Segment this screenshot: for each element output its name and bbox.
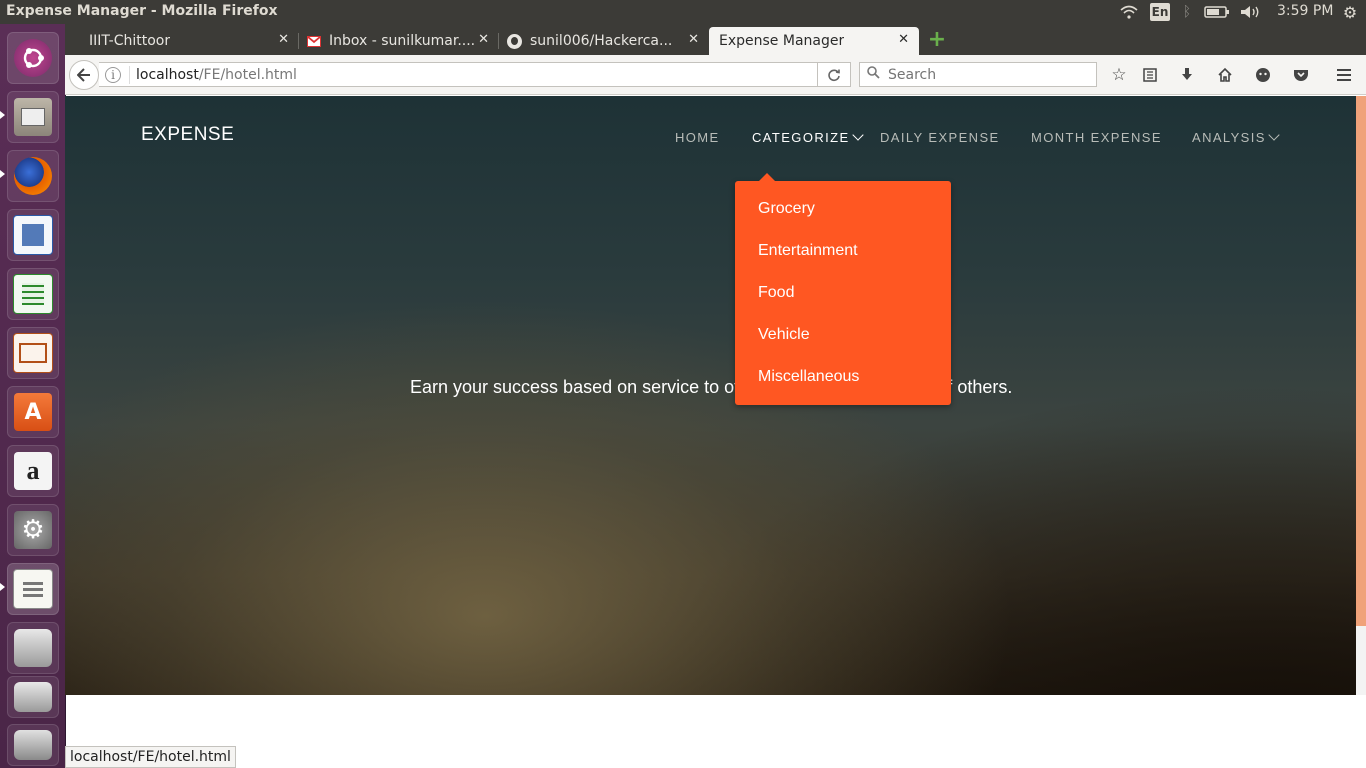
tab-label: IIIT-Chittoor [89, 33, 171, 49]
gmail-icon [307, 35, 321, 47]
search-icon [864, 66, 882, 83]
github-icon [507, 33, 522, 49]
firefox-nav-toolbar: i localhost/FE/hotel.html ☆ [65, 55, 1366, 95]
status-bar-url: localhost/FE/hotel.html [65, 746, 236, 768]
hello-chat-icon[interactable] [1252, 64, 1274, 86]
home-icon[interactable] [1214, 64, 1236, 86]
battery-icon[interactable] [1203, 4, 1231, 20]
url-bar[interactable]: i localhost/FE/hotel.html [99, 62, 851, 87]
tab-label: Inbox - sunilkumar.... [329, 33, 476, 49]
system-settings-icon[interactable]: ⚙ [7, 504, 59, 556]
ubuntu-dash-icon[interactable] [7, 32, 59, 84]
dropdown-item-food[interactable]: Food [758, 284, 794, 302]
close-icon[interactable]: ✕ [688, 32, 699, 47]
firefox-icon[interactable] [7, 150, 59, 202]
tab-label: Expense Manager [719, 33, 845, 49]
close-icon[interactable]: ✕ [898, 32, 909, 47]
tab-iiit-chittoor[interactable]: IIIT-Chittoor ✕ [81, 27, 299, 55]
scrollbar-track [1356, 626, 1366, 695]
downloads-icon[interactable] [1176, 64, 1198, 86]
amazon-icon[interactable]: a [7, 445, 59, 497]
keyboard-layout-indicator[interactable]: En [1150, 3, 1170, 21]
reload-icon[interactable] [817, 62, 851, 87]
tab-expense-manager[interactable]: Expense Manager ✕ [709, 27, 919, 55]
nav-categorize-label: CATEGORIZE [752, 130, 850, 145]
site-info-icon[interactable]: i [105, 66, 121, 83]
drive-icon[interactable] [7, 622, 59, 674]
dropdown-item-vehicle[interactable]: Vehicle [758, 326, 810, 344]
close-icon[interactable]: ✕ [278, 32, 289, 47]
url-path: /FE/hotel.html [198, 66, 297, 83]
bluetooth-icon[interactable]: ᛒ [1180, 4, 1194, 20]
drive-icon[interactable] [7, 676, 59, 718]
nav-categorize[interactable]: CATEGORIZE [752, 129, 864, 145]
system-top-panel: Expense Manager - Mozilla Firefox En ᛒ 3… [0, 0, 1366, 24]
new-tab-plus-icon[interactable]: + [927, 29, 947, 51]
nav-analysis[interactable]: ANALYSIS [1192, 129, 1280, 145]
libreoffice-impress-icon[interactable] [7, 327, 59, 379]
categorize-dropdown-menu: Grocery Entertainment Food Vehicle Misce… [735, 173, 951, 405]
hamburger-menu-icon[interactable] [1333, 64, 1355, 86]
tab-github[interactable]: sunil006/Hackerca... ✕ [499, 27, 709, 55]
url-host: localhost [136, 66, 199, 83]
unity-launcher: A a ⚙ [0, 24, 66, 768]
dropdown-item-grocery[interactable]: Grocery [758, 200, 815, 218]
tab-label: sunil006/Hackerca... [530, 33, 673, 49]
files-icon[interactable] [7, 91, 59, 143]
search-input[interactable] [886, 65, 1090, 84]
pocket-icon[interactable] [1290, 64, 1312, 86]
ubuntu-software-icon[interactable]: A [7, 386, 59, 438]
hero-section: EXPENSE HOME CATEGORIZE DAILY EXPENSE MO… [65, 96, 1356, 695]
brand-logo[interactable]: EXPENSE [141, 124, 234, 146]
libreoffice-writer-icon[interactable] [7, 209, 59, 261]
close-icon[interactable]: ✕ [478, 32, 489, 47]
wifi-icon[interactable] [1118, 4, 1140, 20]
firefox-tab-bar: IIIT-Chittoor ✕ Inbox - sunilkumar.... ✕… [65, 24, 1366, 55]
reading-list-icon[interactable] [1139, 64, 1161, 86]
page-scrollbar[interactable] [1356, 96, 1366, 695]
nav-daily-expense[interactable]: DAILY EXPENSE [880, 130, 1000, 145]
url-text[interactable]: localhost/FE/hotel.html [136, 67, 297, 83]
nav-month-expense[interactable]: MONTH EXPENSE [1031, 130, 1162, 145]
clock[interactable]: 3:59 PM [1277, 3, 1333, 19]
dropdown-item-miscellaneous[interactable]: Miscellaneous [758, 368, 859, 386]
back-arrow-icon[interactable] [69, 60, 99, 90]
chevron-down-icon [1268, 129, 1280, 141]
search-bar[interactable] [859, 62, 1097, 87]
url-divider [129, 65, 130, 84]
trash-icon[interactable] [7, 724, 59, 766]
bookmark-star-icon[interactable]: ☆ [1108, 64, 1130, 86]
tab-inbox[interactable]: Inbox - sunilkumar.... ✕ [299, 27, 499, 55]
nav-analysis-label: ANALYSIS [1192, 130, 1266, 145]
dropdown-item-entertainment[interactable]: Entertainment [758, 242, 858, 260]
chevron-down-icon [851, 129, 864, 141]
libreoffice-calc-icon[interactable] [7, 268, 59, 320]
text-editor-icon[interactable] [7, 563, 59, 615]
volume-icon[interactable] [1240, 4, 1262, 20]
settings-gear-icon[interactable]: ⚙ [1341, 3, 1359, 22]
nav-home[interactable]: HOME [675, 130, 720, 145]
window-title: Expense Manager - Mozilla Firefox [6, 3, 278, 19]
